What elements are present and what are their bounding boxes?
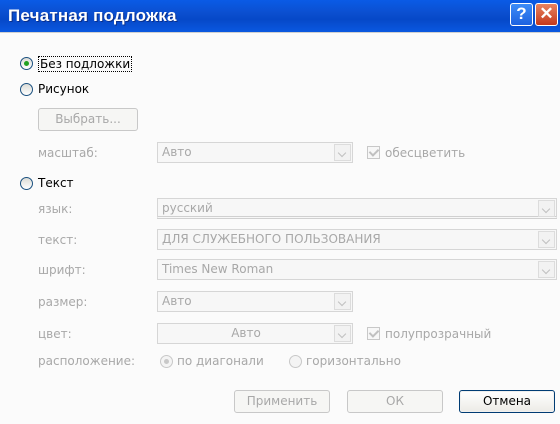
ok-button[interactable]: ОК — [347, 390, 443, 413]
close-icon: ✕ — [539, 4, 554, 23]
size-label: размер: — [38, 295, 88, 309]
color-label: цвет: — [38, 327, 72, 341]
scale-value: Авто — [162, 145, 192, 159]
text-label: текст: — [38, 233, 78, 247]
chevron-down-icon[interactable] — [334, 325, 351, 342]
horizontal-label: горизонтально — [306, 354, 401, 368]
apply-button[interactable]: Применить — [234, 390, 330, 413]
color-combo[interactable]: Авто — [157, 323, 353, 344]
text-option-label[interactable]: Текст — [38, 176, 74, 190]
language-combo[interactable]: русский — [157, 198, 557, 219]
title-bar: Печатная подложка ? ✕ — [0, 0, 560, 32]
help-button[interactable]: ? — [510, 3, 533, 26]
diagonal-label: по диагонали — [177, 354, 264, 368]
washout-label: обесцветить — [385, 146, 466, 160]
washout-checkbox[interactable] — [367, 146, 380, 159]
cancel-button[interactable]: Отмена — [459, 390, 555, 413]
radio-no-watermark[interactable] — [20, 57, 33, 70]
radio-diagonal[interactable] — [160, 355, 173, 368]
color-value: Авто — [231, 326, 261, 340]
chevron-down-icon[interactable] — [334, 293, 351, 310]
radio-horizontal[interactable] — [289, 355, 302, 368]
scale-label: масштаб: — [38, 146, 98, 160]
chevron-down-icon[interactable] — [334, 144, 351, 161]
text-value: ДЛЯ СЛУЖЕБНОГО ПОЛЬЗОВАНИЯ — [162, 232, 381, 246]
dialog-title: Печатная подложка — [8, 6, 177, 25]
chevron-down-icon[interactable] — [538, 231, 555, 248]
semitransparent-label: полупрозрачный — [385, 327, 492, 341]
size-combo[interactable]: Авто — [157, 291, 353, 312]
no-watermark-label[interactable]: Без подложки — [38, 56, 133, 72]
semitransparent-checkbox[interactable] — [367, 327, 380, 340]
question-icon: ? — [516, 4, 527, 23]
language-value: русский — [162, 201, 213, 215]
chevron-down-icon[interactable] — [538, 200, 555, 217]
layout-label: расположение: — [38, 354, 136, 368]
close-button[interactable]: ✕ — [535, 3, 558, 26]
radio-picture[interactable] — [20, 83, 33, 96]
select-picture-button[interactable]: Выбрать... — [38, 108, 138, 131]
font-value: Times New Roman — [162, 262, 274, 276]
size-value: Авто — [162, 294, 192, 308]
language-label: язык: — [38, 202, 73, 216]
radio-text[interactable] — [20, 177, 33, 190]
font-label: шрифт: — [38, 263, 86, 277]
font-combo[interactable]: Times New Roman — [157, 259, 557, 280]
text-combo[interactable]: ДЛЯ СЛУЖЕБНОГО ПОЛЬЗОВАНИЯ — [157, 229, 557, 250]
dialog-body: Без подложки Рисунок Выбрать... масштаб:… — [0, 32, 560, 424]
scale-combo[interactable]: Авто — [157, 142, 353, 163]
chevron-down-icon[interactable] — [538, 261, 555, 278]
picture-label[interactable]: Рисунок — [38, 82, 89, 96]
